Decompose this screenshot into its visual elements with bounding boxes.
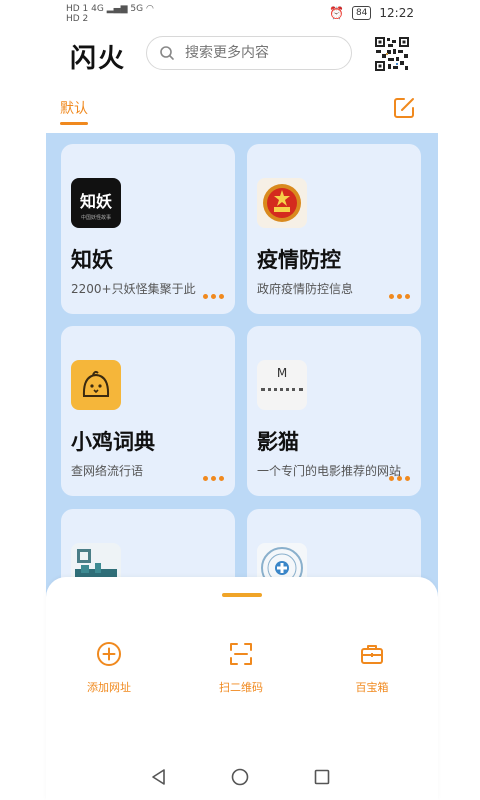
home-circle-icon[interactable] xyxy=(231,768,249,786)
battery-indicator: 84 xyxy=(351,6,372,20)
recents-square-icon[interactable] xyxy=(313,768,331,786)
alarm-icon: ⏰ xyxy=(329,6,344,20)
more-options-icon[interactable] xyxy=(203,476,225,482)
zhiyao-logo-text: 知妖 xyxy=(79,192,112,211)
yingmao-logo: M xyxy=(257,360,307,410)
card-description: 一个专门的电影推荐的网站 xyxy=(257,464,402,478)
card-title: 小鸡词典 xyxy=(71,430,155,454)
tab-active-indicator xyxy=(60,122,88,125)
website-card[interactable]: 疫情防控 政府疫情防控信息 xyxy=(247,144,421,314)
wifi-icon: ◠ xyxy=(145,4,154,14)
website-card[interactable]: 知妖 中国妖怪故事 知妖 2200+只妖怪集聚于此 xyxy=(61,144,235,314)
website-card[interactable]: M 影猫 一个专门的电影推荐的网站 xyxy=(247,326,421,496)
signal1-label: 4G xyxy=(91,4,104,14)
yingmao-logo-dots xyxy=(261,388,303,394)
sim2-badge: HD 2 xyxy=(66,14,89,24)
add-url-button[interactable]: 添加网址 xyxy=(64,641,154,695)
national-emblem-icon xyxy=(257,178,307,228)
more-options-icon[interactable] xyxy=(389,294,411,300)
search-icon xyxy=(160,46,174,60)
back-triangle-icon[interactable] xyxy=(150,768,168,786)
card-title: 疫情防控 xyxy=(257,248,341,272)
website-grid: 知妖 中国妖怪故事 知妖 2200+只妖怪集聚于此 疫情防控 政府疫情防控信息 … xyxy=(46,133,438,603)
app-header: 闪火 xyxy=(0,34,480,78)
signal2-label: 5G xyxy=(130,4,144,14)
clock: 12:22 xyxy=(379,6,414,20)
edit-icon[interactable] xyxy=(392,96,416,120)
website-card[interactable]: 小鸡词典 查网络流行语 xyxy=(61,326,235,496)
toolbox-button[interactable]: 百宝箱 xyxy=(327,641,417,695)
toolbox-label: 百宝箱 xyxy=(355,681,389,694)
system-navigation-bar xyxy=(0,756,480,800)
scan-icon xyxy=(230,643,252,665)
scan-qr-button[interactable]: 扫二维码 xyxy=(196,641,286,695)
add-url-label: 添加网址 xyxy=(87,681,131,694)
category-tab-bar: 默认 xyxy=(0,92,480,128)
briefcase-icon xyxy=(361,645,383,664)
card-title: 影猫 xyxy=(257,430,299,454)
card-title: 知妖 xyxy=(71,248,113,272)
more-options-icon[interactable] xyxy=(203,294,225,300)
card-description: 2200+只妖怪集聚于此 xyxy=(71,282,196,296)
card-description: 查网络流行语 xyxy=(71,464,144,478)
chick-icon xyxy=(71,360,121,410)
sheet-drag-handle[interactable] xyxy=(222,593,262,597)
scan-qr-label: 扫二维码 xyxy=(219,681,263,694)
yingmao-logo-text: M xyxy=(276,366,288,380)
qr-code-icon[interactable] xyxy=(374,36,410,72)
card-description: 政府疫情防控信息 xyxy=(257,282,354,296)
signal-area: HD 1 4G ▂▄▆ 5G ◠ HD 2 xyxy=(66,4,154,24)
tab-default[interactable]: 默认 xyxy=(60,98,88,118)
signal-icon: ▂▄▆ xyxy=(106,4,128,14)
status-bar: HD 1 4G ▂▄▆ 5G ◠ HD 2 ⏰ 84 12:22 xyxy=(0,0,480,28)
app-title: 闪火 xyxy=(70,44,127,74)
sim1-badge: HD 1 xyxy=(66,4,89,14)
zhiyao-logo: 知妖 中国妖怪故事 xyxy=(71,178,121,228)
search-input[interactable] xyxy=(183,44,337,62)
plus-circle-icon xyxy=(97,642,121,666)
more-options-icon[interactable] xyxy=(389,476,411,482)
search-bar[interactable] xyxy=(146,36,352,70)
zhiyao-logo-subtext: 中国妖怪故事 xyxy=(80,215,111,221)
